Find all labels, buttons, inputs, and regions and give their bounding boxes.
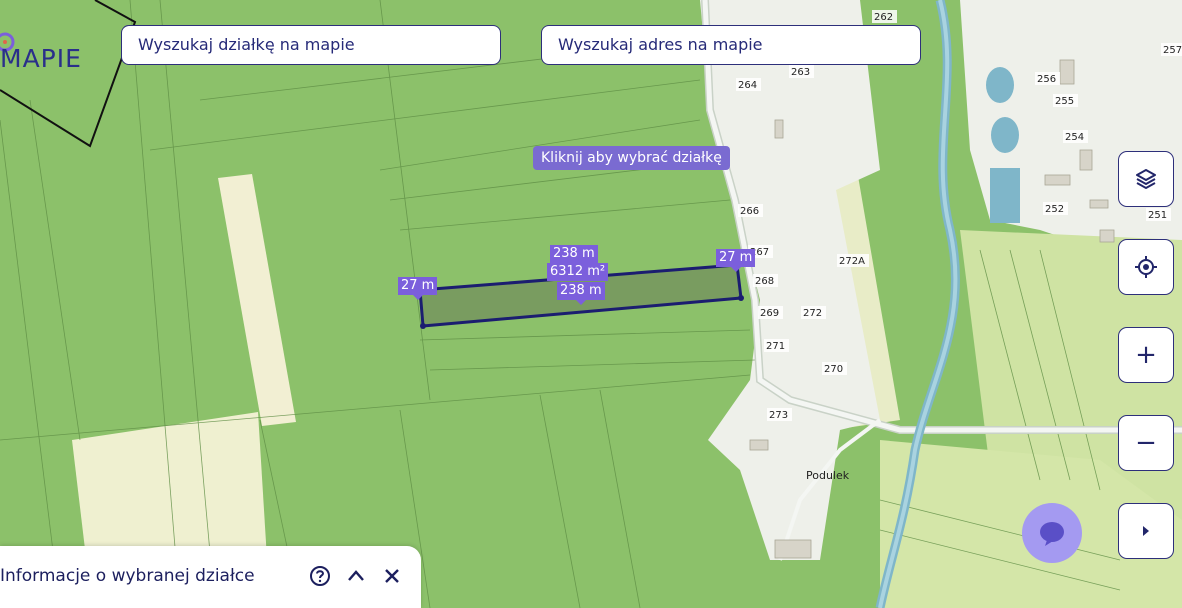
- house-number-label: 269: [760, 308, 779, 319]
- close-button[interactable]: [380, 564, 404, 588]
- chat-button[interactable]: [1022, 503, 1082, 563]
- address-search-input[interactable]: Wyszukaj adres na mapie: [541, 25, 921, 65]
- map-tooltip: Kliknij aby wybrać działkę: [533, 146, 730, 170]
- house-number-label: 255: [1055, 96, 1074, 107]
- house-number-label: 266: [740, 206, 759, 217]
- house-number-label: 270: [824, 364, 843, 375]
- close-icon: [385, 569, 399, 583]
- locate-button[interactable]: [1118, 239, 1174, 295]
- side-length-label: 238 m: [550, 245, 598, 263]
- house-number-label: 263: [791, 67, 810, 78]
- question-icon: [310, 566, 330, 586]
- locate-icon: [1135, 256, 1157, 278]
- side-length-label: 27 m: [716, 249, 756, 272]
- house-number-label: 273: [769, 410, 788, 421]
- expand-button[interactable]: [1118, 503, 1174, 559]
- panel-title: Informacje o wybranej działce: [0, 566, 255, 586]
- layers-button[interactable]: [1118, 151, 1174, 207]
- pond: [991, 117, 1019, 153]
- house-number-label: 252: [1045, 204, 1064, 215]
- house-number-label: 254: [1065, 132, 1084, 143]
- map-canvas[interactable]: 2622632642572562552542522512662672682692…: [0, 0, 1182, 608]
- layers-icon: [1136, 169, 1156, 189]
- side-length-label: 238 m: [557, 282, 605, 305]
- house-number-label: 272A: [839, 256, 865, 267]
- house-number-label: 264: [738, 80, 757, 91]
- area-label: 6312 m²: [547, 263, 609, 281]
- pond: [986, 67, 1014, 103]
- place-label: Podulek: [806, 469, 850, 482]
- chevron-up-icon: [348, 570, 364, 581]
- side-length-label: 27 m: [398, 277, 438, 300]
- house-number-label: 272: [803, 308, 822, 319]
- help-button[interactable]: [308, 564, 332, 588]
- house-number-label: 251: [1148, 210, 1167, 221]
- parcel-info-panel: Informacje o wybranej działce: [0, 546, 421, 608]
- house-number-label: 271: [766, 341, 785, 352]
- house-number-label: 268: [755, 276, 774, 287]
- chat-icon: [1040, 522, 1064, 546]
- house-number-label: 257: [1163, 45, 1182, 56]
- zoom-out-button[interactable]: −: [1118, 415, 1174, 471]
- play-icon: [1143, 526, 1149, 536]
- zoom-in-button[interactable]: +: [1118, 327, 1174, 383]
- pond: [990, 168, 1020, 223]
- house-number-label: 256: [1037, 74, 1056, 85]
- collapse-button[interactable]: [344, 564, 368, 588]
- logo-text: MAPIE: [0, 44, 82, 73]
- parcel-search-input[interactable]: Wyszukaj działkę na mapie: [121, 25, 501, 65]
- house-number-label: 262: [874, 12, 893, 23]
